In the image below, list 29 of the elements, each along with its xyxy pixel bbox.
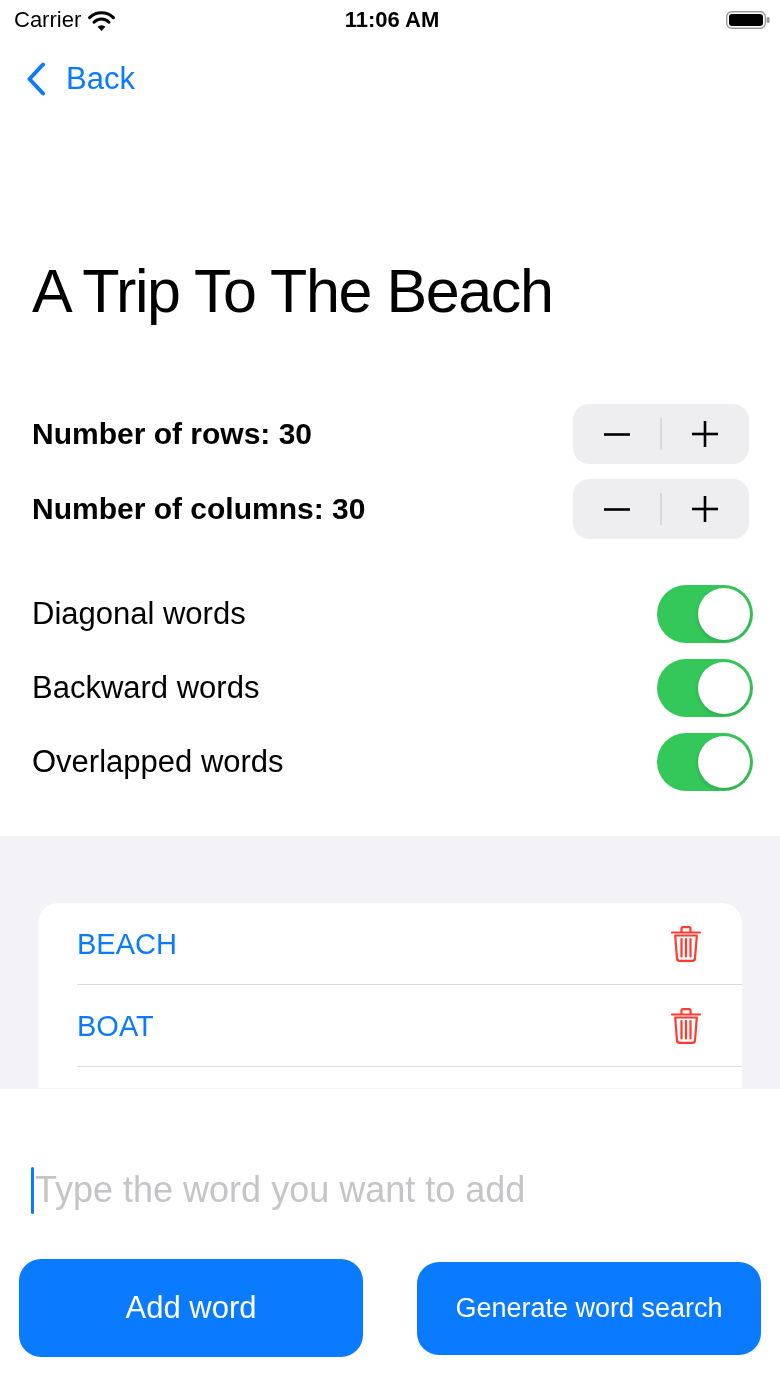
stepper-label: Number of columns: 30 bbox=[32, 491, 366, 527]
minus-icon bbox=[603, 507, 630, 511]
toggle-label: Backward words bbox=[32, 670, 260, 706]
toggle-switch[interactable] bbox=[657, 585, 753, 643]
toggle-switch[interactable] bbox=[657, 733, 753, 791]
text-cursor-icon bbox=[31, 1166, 34, 1214]
trash-icon bbox=[670, 1007, 702, 1044]
word-item[interactable]: BOAT bbox=[77, 1008, 154, 1043]
plus-icon bbox=[692, 421, 718, 447]
battery-icon bbox=[726, 11, 770, 29]
back-button[interactable]: Back bbox=[26, 61, 135, 97]
chevron-left-icon bbox=[26, 62, 46, 96]
trash-icon bbox=[670, 925, 702, 962]
page-title: A Trip To The Beach bbox=[31, 256, 554, 326]
carrier-name: Carrier bbox=[14, 7, 82, 33]
add-word-button[interactable]: Add word bbox=[19, 1259, 363, 1357]
delete-button[interactable] bbox=[670, 925, 702, 962]
generate-button[interactable]: Generate word search bbox=[417, 1261, 761, 1355]
stepper-label: Number of rows: 30 bbox=[32, 416, 313, 452]
status-time: 11:06 AM bbox=[344, 7, 440, 33]
minus-icon bbox=[603, 432, 630, 436]
toggle-label: Overlapped words bbox=[32, 744, 284, 780]
toggle-switch[interactable] bbox=[657, 659, 753, 717]
word-item[interactable]: BEACH bbox=[77, 926, 177, 961]
word-input-field[interactable]: Type the word you want to add bbox=[34, 1168, 734, 1212]
delete-button[interactable] bbox=[670, 1007, 702, 1044]
toggle-label: Diagonal words bbox=[32, 596, 246, 632]
plus-icon bbox=[692, 496, 718, 522]
wifi-icon bbox=[88, 9, 116, 31]
